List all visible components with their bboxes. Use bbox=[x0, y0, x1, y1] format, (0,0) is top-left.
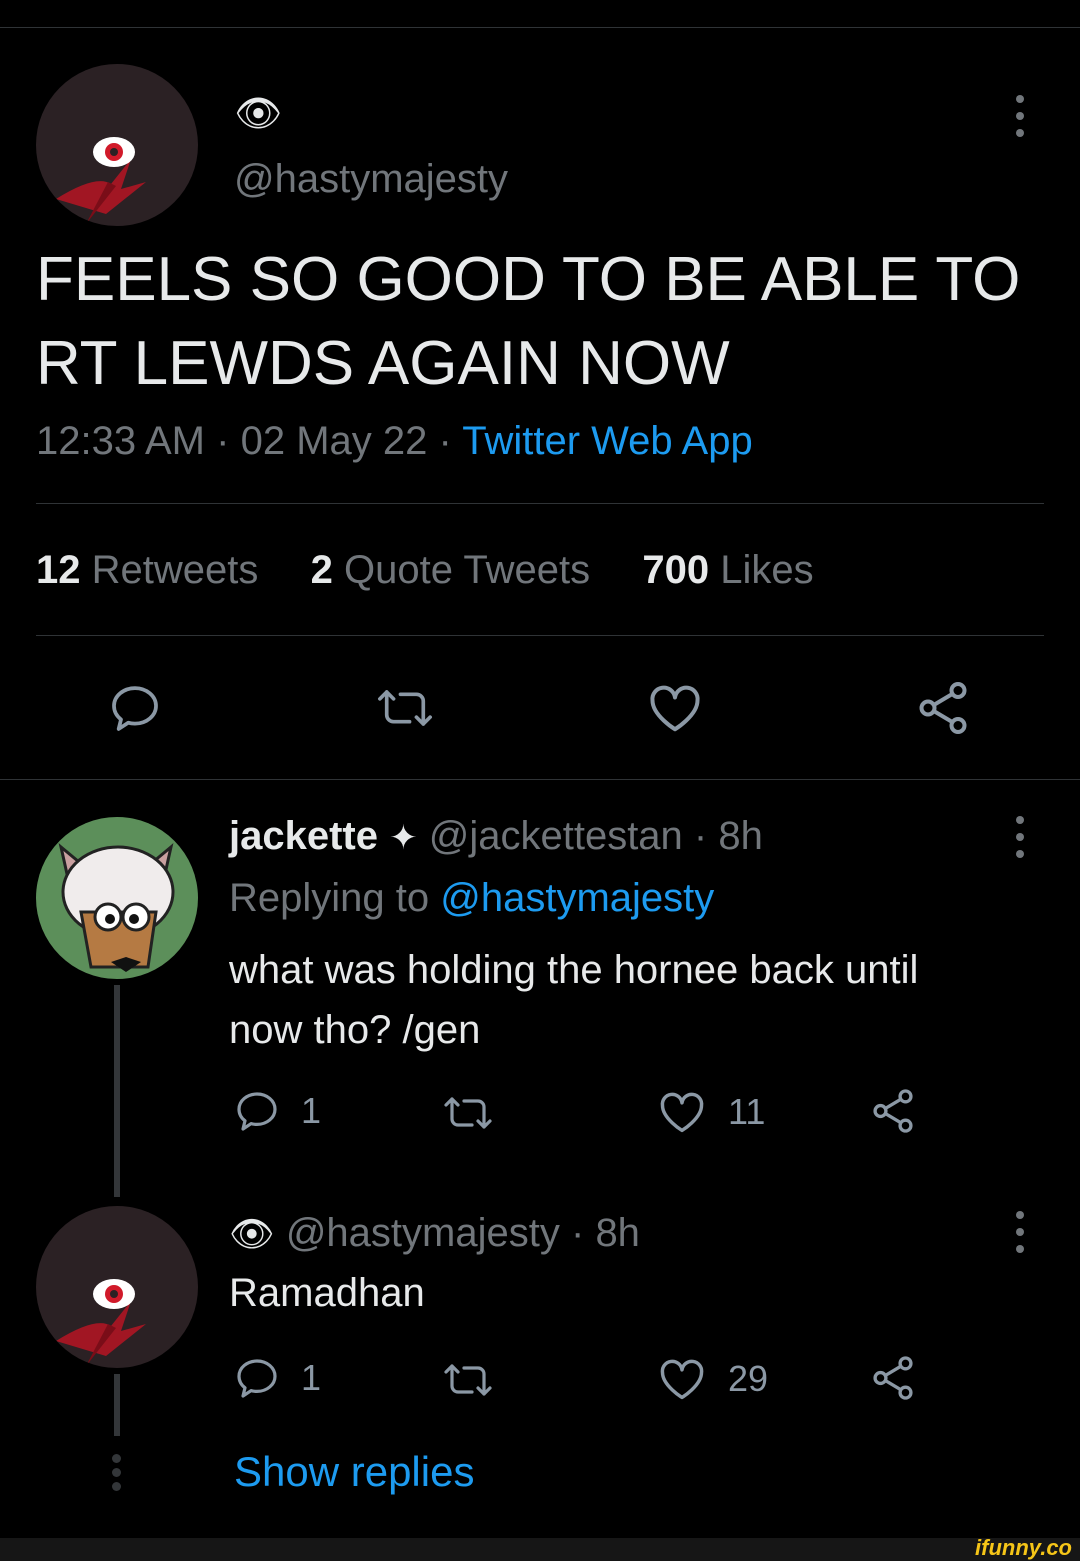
quotes-count: 2 bbox=[310, 548, 333, 592]
like-icon[interactable] bbox=[645, 678, 705, 738]
reply-icon bbox=[233, 1087, 281, 1135]
meta-separator: · bbox=[570, 1211, 585, 1255]
retweets-label: Retweets bbox=[91, 548, 259, 592]
reply-count: 1 bbox=[301, 1090, 322, 1131]
like-count: 11 bbox=[728, 1091, 766, 1132]
share-icon[interactable] bbox=[868, 1353, 918, 1403]
cat-avatar-art bbox=[58, 843, 175, 972]
reply-age[interactable]: 8h bbox=[718, 814, 763, 858]
more-options-icon[interactable] bbox=[1015, 1211, 1025, 1253]
reply-count: 1 bbox=[301, 1357, 322, 1398]
meta-divider bbox=[36, 503, 1044, 504]
likes-label: Likes bbox=[720, 548, 814, 592]
retweet-icon[interactable] bbox=[440, 1356, 496, 1404]
reply-text: what was holding the hornee back until n… bbox=[229, 940, 918, 1060]
more-options-icon[interactable] bbox=[1015, 95, 1025, 137]
avatar[interactable] bbox=[36, 817, 198, 979]
reply-author-name[interactable]: jackette bbox=[229, 814, 378, 858]
show-replies-link[interactable]: Show replies bbox=[234, 1448, 474, 1496]
reply-header: jackette ✦ @jackettestan · 8h bbox=[229, 813, 763, 861]
like-icon bbox=[656, 1353, 708, 1405]
reply-icon bbox=[233, 1354, 281, 1402]
reply-age[interactable]: 8h bbox=[595, 1211, 640, 1255]
eye-emoji-icon: 👁 bbox=[229, 1213, 275, 1254]
like-icon bbox=[656, 1086, 708, 1138]
quotes-label: Quote Tweets bbox=[344, 548, 591, 592]
likes-stat[interactable]: 700 Likes bbox=[642, 548, 813, 592]
replying-prefix: Replying to bbox=[229, 876, 430, 920]
tweet-date[interactable]: 02 May 22 bbox=[241, 419, 428, 463]
author-handle[interactable]: @hastymajesty bbox=[234, 156, 508, 202]
like-count: 29 bbox=[728, 1358, 769, 1399]
like-action[interactable]: 11 bbox=[656, 1086, 765, 1138]
author-display-name: 👁 bbox=[234, 94, 282, 134]
meta-separator: · bbox=[693, 814, 708, 858]
tweet-text: FEELS SO GOOD TO BE ABLE TO RT LEWDS AGA… bbox=[36, 238, 1020, 406]
avatar[interactable] bbox=[36, 64, 198, 226]
ifunny-watermark: ifunny.co bbox=[975, 1535, 1072, 1560]
share-icon[interactable] bbox=[913, 678, 973, 738]
retweets-count: 12 bbox=[36, 548, 81, 592]
thread-line bbox=[114, 1374, 120, 1436]
thread-line bbox=[114, 985, 120, 1197]
tweet-text-line-2: RT LEWDS AGAIN NOW bbox=[36, 329, 730, 398]
actions-divider bbox=[0, 779, 1080, 780]
eye-emoji-icon: 👁 bbox=[234, 93, 283, 135]
tweet-time[interactable]: 12:33 AM bbox=[36, 419, 205, 463]
reply-header: 👁 @hastymajesty · 8h bbox=[229, 1210, 640, 1257]
retweet-icon[interactable] bbox=[373, 680, 437, 736]
eye-avatar-art bbox=[56, 137, 146, 224]
quotes-stat[interactable]: 2 Quote Tweets bbox=[311, 548, 590, 592]
retweet-icon[interactable] bbox=[440, 1089, 496, 1137]
reply-action[interactable]: 1 bbox=[233, 1087, 321, 1135]
like-action[interactable]: 29 bbox=[656, 1353, 768, 1405]
reply-text-line-2: now tho? /gen bbox=[229, 1008, 481, 1052]
reply-text: Ramadhan bbox=[229, 1271, 425, 1315]
meta-separator: · bbox=[438, 419, 452, 463]
reply-author-handle[interactable]: @hastymajesty bbox=[286, 1211, 560, 1255]
stats-divider bbox=[36, 635, 1044, 636]
meta-separator: · bbox=[216, 419, 230, 463]
thread-dots-icon bbox=[112, 1454, 121, 1491]
reply-icon[interactable] bbox=[107, 680, 163, 736]
replying-to: Replying to @hastymajesty bbox=[229, 875, 714, 921]
eye-avatar-art bbox=[56, 1279, 146, 1366]
tweet-text-line-1: FEELS SO GOOD TO BE ABLE TO bbox=[36, 245, 1021, 314]
top-divider bbox=[0, 27, 1080, 28]
sparkle-icon: ✦ bbox=[389, 819, 418, 857]
reply-author-handle[interactable]: @jackettestan bbox=[429, 814, 683, 858]
retweets-stat[interactable]: 12 Retweets bbox=[36, 548, 258, 592]
reply-text-line-1: what was holding the hornee back until bbox=[229, 948, 919, 992]
reply-action[interactable]: 1 bbox=[233, 1354, 321, 1402]
bottom-bar bbox=[0, 1538, 1080, 1561]
tweet-source[interactable]: Twitter Web App bbox=[462, 419, 753, 463]
likes-count: 700 bbox=[642, 548, 710, 592]
tweet-meta: 12:33 AM · 02 May 22 · Twitter Web App bbox=[36, 418, 753, 464]
more-options-icon[interactable] bbox=[1015, 816, 1025, 858]
replying-handle-link[interactable]: @hastymajesty bbox=[440, 876, 714, 920]
avatar[interactable] bbox=[36, 1206, 198, 1368]
engagement-stats: 12 Retweets 2 Quote Tweets 700 Likes bbox=[36, 547, 814, 593]
share-icon[interactable] bbox=[868, 1086, 918, 1136]
